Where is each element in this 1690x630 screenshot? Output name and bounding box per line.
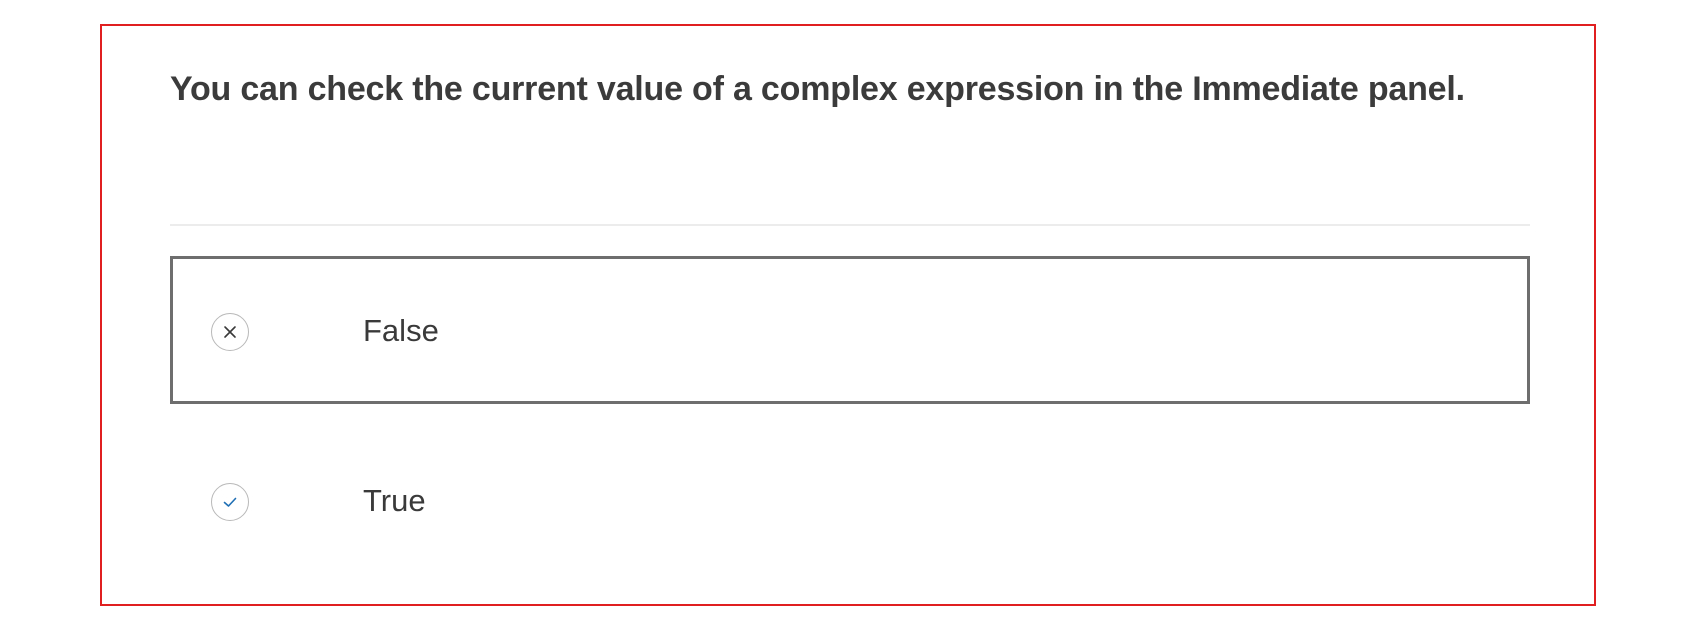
question-text: You can check the current value of a com… bbox=[170, 70, 1465, 108]
answer-label-false: False bbox=[363, 313, 439, 348]
answer-option-true[interactable]: True bbox=[170, 426, 1530, 574]
question-card: You can check the current value of a com… bbox=[100, 24, 1596, 606]
checkmark-icon bbox=[211, 483, 249, 521]
close-icon bbox=[211, 313, 249, 351]
divider bbox=[170, 224, 1530, 226]
answer-label-true: True bbox=[363, 483, 426, 518]
answer-option-false[interactable]: False bbox=[170, 256, 1530, 404]
